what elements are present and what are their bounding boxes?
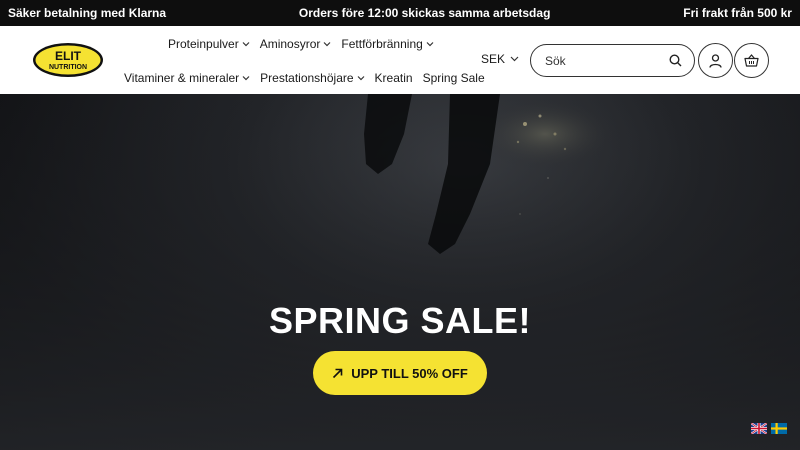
announcement-bar: Säker betalning med Klarna Orders före 1… xyxy=(0,0,800,26)
cta-label: UPP TILL 50% OFF xyxy=(351,365,468,381)
announcement-klarna: Säker betalning med Klarna xyxy=(8,6,167,20)
search-icon[interactable] xyxy=(669,54,682,67)
nav-item-aminosyror[interactable]: Aminosyror xyxy=(260,37,332,51)
language-switcher xyxy=(751,423,791,434)
cart-button[interactable] xyxy=(734,43,769,78)
chevron-down-icon xyxy=(357,76,364,81)
logo-text-line1: ELIT xyxy=(55,49,82,63)
nav-item-label: Spring Sale xyxy=(422,71,485,85)
main-nav-row-2: Vitaminer & mineraler Prestationshöjare … xyxy=(124,70,495,86)
hero-title: SPRING SALE! xyxy=(268,300,532,341)
nav-item-fettforbranning[interactable]: Fettförbränning xyxy=(341,37,434,51)
nav-item-label: Vitaminer & mineraler xyxy=(124,71,240,85)
hero-background-image xyxy=(0,94,800,450)
currency-selector[interactable]: SEK xyxy=(481,52,519,66)
arrow-up-right-icon xyxy=(333,368,343,378)
nav-item-label: Kreatin xyxy=(374,71,413,85)
main-nav-row-1: Proteinpulver Aminosyror Fettförbränning xyxy=(168,36,444,52)
uk-flag-icon[interactable] xyxy=(751,423,767,434)
nav-item-label: Prestationshöjare xyxy=(260,71,354,85)
chevron-down-icon xyxy=(323,42,331,47)
chevron-down-icon xyxy=(242,42,250,47)
chevron-down-icon xyxy=(426,42,434,47)
chevron-down-icon xyxy=(510,56,519,62)
site-header: ELIT NUTRITION Proteinpulver Aminosyror … xyxy=(0,26,800,94)
account-button[interactable] xyxy=(698,43,733,78)
nav-item-kreatin[interactable]: Kreatin xyxy=(375,71,413,85)
nav-item-label: Fettförbränning xyxy=(341,37,423,51)
nav-item-label: Aminosyror xyxy=(259,37,321,51)
hero-banner: SPRING SALE! UPP TILL 50% OFF xyxy=(0,94,800,450)
sale-cta-button[interactable]: UPP TILL 50% OFF xyxy=(313,351,487,395)
search-input[interactable] xyxy=(545,53,669,68)
sweden-flag-icon[interactable] xyxy=(771,423,787,434)
basket-icon xyxy=(744,54,759,67)
search-bar xyxy=(530,44,695,77)
logo[interactable]: ELIT NUTRITION xyxy=(32,42,104,78)
logo-text-line2: NUTRITION xyxy=(49,64,87,71)
announcement-shipping-time: Orders före 12:00 skickas samma arbetsda… xyxy=(298,6,551,20)
nav-item-vitaminer[interactable]: Vitaminer & mineraler xyxy=(124,71,250,85)
announcement-free-shipping: Fri frakt från 500 kr xyxy=(683,6,792,20)
nav-item-spring-sale[interactable]: Spring Sale xyxy=(423,71,485,85)
currency-value: SEK xyxy=(481,52,506,66)
user-icon xyxy=(709,53,722,68)
nav-item-label: Proteinpulver xyxy=(168,37,239,51)
chevron-down-icon xyxy=(242,76,250,81)
nav-item-proteinpulver[interactable]: Proteinpulver xyxy=(168,37,250,51)
nav-item-prestationshojare[interactable]: Prestationshöjare xyxy=(260,71,364,85)
